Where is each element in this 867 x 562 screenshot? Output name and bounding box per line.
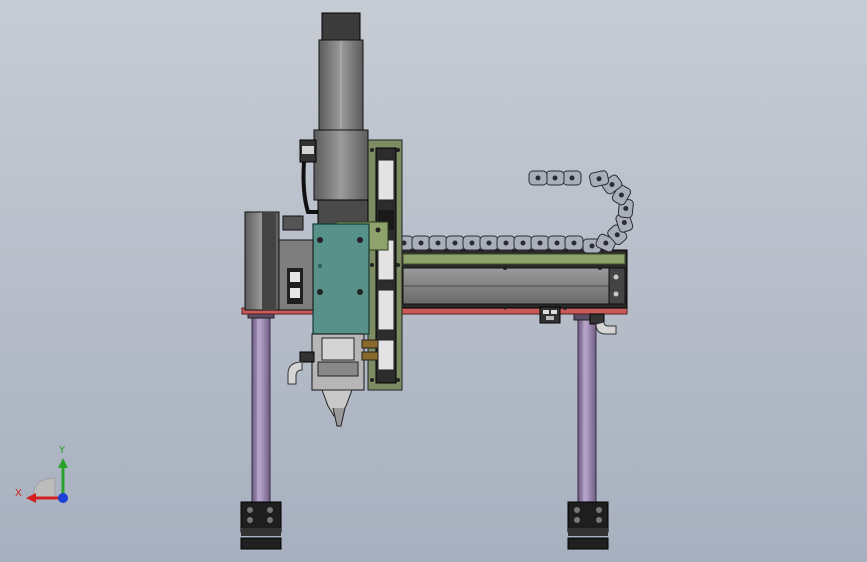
- drag-chain-link: [547, 235, 567, 251]
- left-base-block: [240, 501, 282, 550]
- horizontal-servo-motor: [244, 211, 314, 311]
- triad-x-label: X: [15, 488, 22, 499]
- drag-chain-link: [530, 235, 550, 251]
- drag-chain-link: [496, 235, 516, 251]
- drag-chain-link: [428, 235, 448, 251]
- drag-chain-link: [562, 170, 582, 186]
- cad-canvas[interactable]: Y X: [0, 0, 867, 562]
- cad-viewport[interactable]: Y X: [0, 0, 867, 562]
- rail-sensor-block: [539, 306, 561, 324]
- drag-chain-link: [513, 235, 533, 251]
- right-base-block: [567, 501, 609, 550]
- drag-chain-link: [462, 235, 482, 251]
- triad-y-label: Y: [58, 445, 66, 456]
- drag-chain-link: [411, 235, 431, 251]
- left-support-column: [247, 311, 275, 505]
- drag-chain-link: [528, 170, 548, 186]
- drag-chain-link: [479, 235, 499, 251]
- drag-chain-link: [564, 235, 584, 251]
- right-support-column: [573, 313, 601, 505]
- drag-chain-link: [445, 235, 465, 251]
- drag-chain-link: [545, 170, 565, 186]
